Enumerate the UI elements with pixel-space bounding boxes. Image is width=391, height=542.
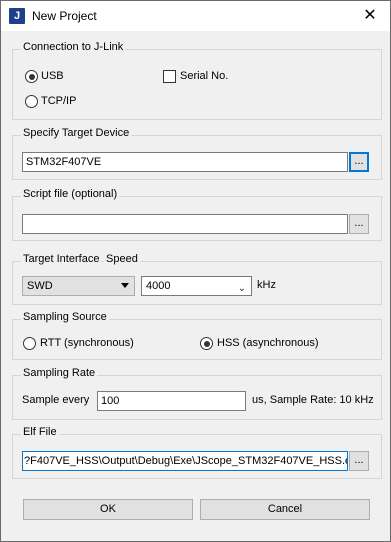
elf-file-input[interactable]: ?F407VE_HSS\Output\Debug\Exe\JScope_STM3… bbox=[22, 451, 348, 471]
target-device-browse-button[interactable]: ... bbox=[349, 152, 369, 172]
sample-every-label: Sample every bbox=[22, 394, 90, 406]
sampling-source-group: Sampling Source RTT (synchronous) HSS (a… bbox=[12, 311, 382, 360]
speed-unit-label: kHz bbox=[257, 279, 276, 291]
connection-group: Connection to J-Link USB TCP/IP Serial N… bbox=[12, 41, 382, 120]
target-interface-label: Target Interface bbox=[21, 253, 102, 265]
elf-file-group: Elf File ?F407VE_HSS\Output\Debug\Exe\JS… bbox=[12, 426, 382, 479]
rtt-radio[interactable] bbox=[23, 337, 36, 350]
interface-select-value: SWD bbox=[27, 280, 53, 292]
speed-label: Speed bbox=[104, 253, 140, 265]
serial-no-checkbox[interactable] bbox=[163, 70, 176, 83]
jscope-app-icon: J bbox=[9, 8, 25, 24]
usb-radio[interactable] bbox=[25, 70, 38, 83]
target-device-input[interactable]: STM32F407VE bbox=[22, 152, 348, 172]
sampling-rate-group: Sampling Rate Sample every 100 us, Sampl… bbox=[12, 367, 382, 420]
sample-interval-input[interactable]: 100 bbox=[97, 391, 246, 411]
interface-group: Target Interface Speed SWD 4000 ⌄ kHz bbox=[12, 253, 382, 305]
hss-radio[interactable] bbox=[200, 337, 213, 350]
sample-rate-label: us, Sample Rate: 10 kHz bbox=[252, 394, 374, 406]
script-file-group-label: Script file (optional) bbox=[21, 188, 120, 200]
ok-button[interactable]: OK bbox=[23, 499, 193, 520]
elf-file-group-label: Elf File bbox=[21, 426, 59, 438]
elf-file-browse-button[interactable]: ... bbox=[349, 451, 369, 471]
interface-select[interactable]: SWD bbox=[22, 276, 135, 296]
connection-group-label: Connection to J-Link bbox=[21, 41, 126, 53]
new-project-dialog: J New Project ✕ Connection to J-Link USB… bbox=[0, 0, 391, 542]
script-file-group: Script file (optional) ... bbox=[12, 188, 382, 241]
dropdown-arrow-icon bbox=[121, 283, 129, 288]
tcpip-radio[interactable] bbox=[25, 95, 38, 108]
usb-label: USB bbox=[41, 70, 64, 82]
script-file-browse-button[interactable]: ... bbox=[349, 214, 369, 234]
speed-select-value: 4000 bbox=[146, 280, 171, 292]
title-bar: J New Project ✕ bbox=[1, 1, 390, 31]
close-icon[interactable]: ✕ bbox=[350, 1, 390, 31]
chevron-down-icon: ⌄ bbox=[237, 283, 246, 294]
speed-select[interactable]: 4000 ⌄ bbox=[141, 276, 252, 296]
sampling-source-group-label: Sampling Source bbox=[21, 311, 109, 323]
serial-no-label: Serial No. bbox=[180, 70, 229, 82]
target-device-group-label: Specify Target Device bbox=[21, 127, 132, 139]
cancel-button[interactable]: Cancel bbox=[200, 499, 370, 520]
hss-label: HSS (asynchronous) bbox=[217, 337, 319, 349]
rtt-label: RTT (synchronous) bbox=[40, 337, 134, 349]
script-file-input[interactable] bbox=[22, 214, 348, 234]
tcpip-label: TCP/IP bbox=[41, 95, 77, 107]
sampling-rate-group-label: Sampling Rate bbox=[21, 367, 98, 379]
window-title: New Project bbox=[32, 9, 97, 23]
target-device-group: Specify Target Device STM32F407VE ... bbox=[12, 127, 382, 180]
